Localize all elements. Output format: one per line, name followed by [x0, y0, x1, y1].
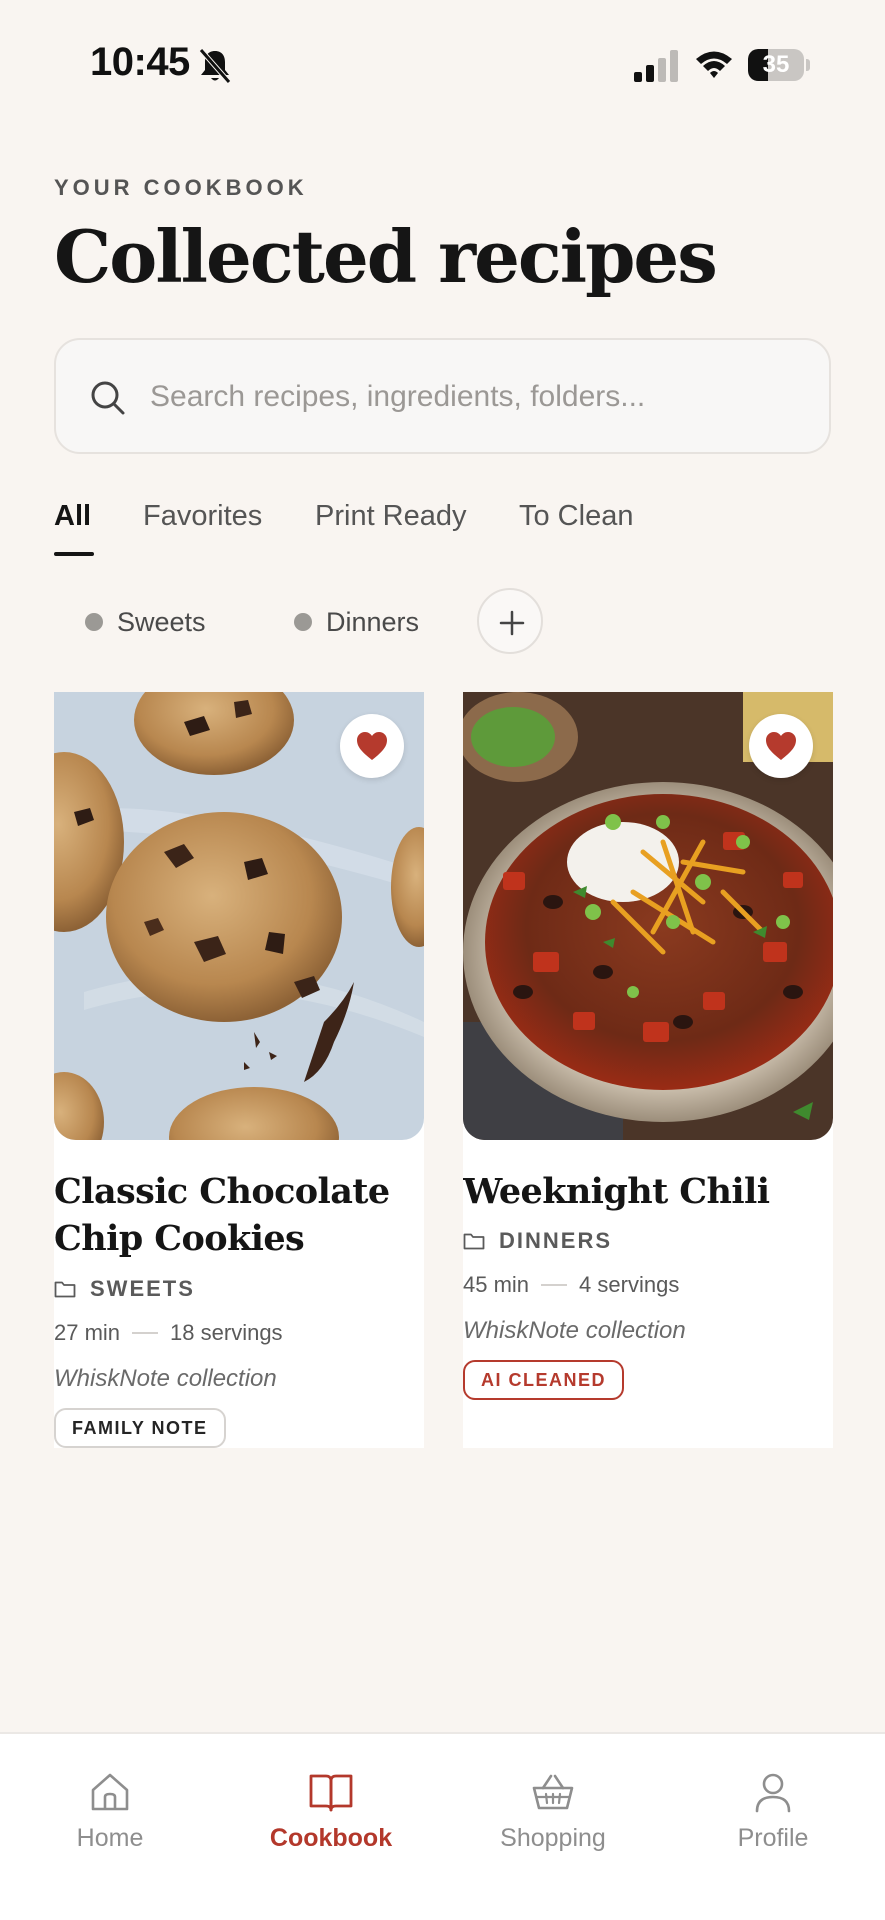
recipe-image-cookies[interactable]	[54, 692, 424, 1140]
recipe-badge: FAMILY NOTE	[54, 1408, 226, 1448]
cellular-signal-icon	[634, 50, 678, 82]
tab-label: All	[54, 500, 92, 532]
user-icon	[755, 1773, 791, 1813]
recipe-folder-label: SWEETS	[90, 1276, 195, 1301]
basket-icon	[532, 1774, 574, 1810]
recipe-badge: AI CLEANED	[463, 1360, 625, 1400]
recipe-meta: 45 min 4 servings	[463, 1272, 679, 1298]
nav-cookbook[interactable]: Cookbook	[241, 1770, 421, 1853]
folder-chip-dinners[interactable]: Dinners	[294, 596, 419, 648]
book-icon	[309, 1774, 353, 1812]
recipe-folder: DINNERS	[463, 1228, 612, 1254]
tab-to-clean[interactable]: To Clean	[519, 500, 633, 533]
battery-level: 35	[762, 51, 790, 78]
favorite-button[interactable]	[340, 714, 404, 778]
tab-print-ready[interactable]: Print Ready	[315, 500, 467, 533]
recipe-collection: WhiskNote collection	[463, 1317, 686, 1344]
active-tab-indicator	[54, 552, 94, 556]
recipe-title: Weeknight Chili	[463, 1171, 770, 1212]
status-time: 10:45	[90, 40, 190, 84]
meta-separator	[132, 1332, 159, 1334]
recipe-card-cookies[interactable]: Classic Chocolate Chip Cookies SWEETS 27…	[54, 692, 424, 1448]
nav-shopping[interactable]: Shopping	[463, 1770, 643, 1853]
nav-label: Shopping	[500, 1824, 606, 1852]
folder-icon	[54, 1281, 76, 1298]
folder-icon	[463, 1233, 485, 1250]
tab-label: Favorites	[143, 500, 263, 532]
heart-icon	[357, 732, 387, 760]
battery-icon: 35	[748, 49, 810, 81]
tab-all[interactable]: All	[54, 500, 94, 556]
folder-dot	[294, 613, 312, 631]
nav-home[interactable]: Home	[20, 1770, 200, 1853]
recipe-title: Classic Chocolate Chip Cookies	[54, 1171, 390, 1259]
recipe-servings: 18 servings	[170, 1320, 283, 1345]
search-icon	[91, 381, 125, 415]
heart-icon	[766, 732, 796, 760]
favorite-button[interactable]	[749, 714, 813, 778]
folder-chip-label: Sweets	[117, 606, 206, 637]
recipe-card-chili[interactable]: Weeknight Chili DINNERS 45 min 4 serving…	[463, 692, 833, 1448]
add-folder-button[interactable]	[477, 588, 543, 654]
nav-label: Home	[76, 1824, 144, 1852]
recipe-folder: SWEETS	[54, 1276, 195, 1302]
recipe-folder-label: DINNERS	[499, 1228, 613, 1253]
bell-off-icon	[199, 48, 231, 84]
meta-separator	[541, 1284, 568, 1286]
recipe-servings: 4 servings	[579, 1272, 680, 1297]
tab-favorites[interactable]: Favorites	[143, 500, 262, 533]
search-input[interactable]	[150, 370, 800, 424]
home-icon	[91, 1773, 129, 1811]
wifi-icon	[696, 51, 732, 78]
recipe-time: 27 min	[54, 1320, 121, 1345]
page-title: Collected recipes	[54, 214, 718, 299]
folder-chip-label: Dinners	[326, 606, 420, 637]
page-eyebrow: YOUR COOKBOOK	[54, 175, 308, 200]
folder-dot	[85, 613, 103, 631]
recipe-image-chili[interactable]	[463, 692, 833, 1140]
folder-chip-sweets[interactable]: Sweets	[85, 596, 206, 648]
recipe-collection: WhiskNote collection	[54, 1365, 277, 1392]
search-bar[interactable]	[54, 338, 831, 454]
tab-label: To Clean	[519, 500, 634, 532]
nav-label: Profile	[737, 1824, 809, 1852]
plus-icon	[499, 610, 525, 636]
tab-label: Print Ready	[315, 500, 467, 532]
recipe-time: 45 min	[463, 1272, 530, 1297]
status-bar: 10:45 35	[0, 0, 885, 130]
nav-label: Cookbook	[269, 1824, 393, 1852]
nav-profile[interactable]: Profile	[683, 1770, 863, 1853]
recipe-meta: 27 min 18 servings	[54, 1320, 283, 1346]
bottom-nav: Home Cookbook Shopping Profile	[0, 1732, 885, 1920]
